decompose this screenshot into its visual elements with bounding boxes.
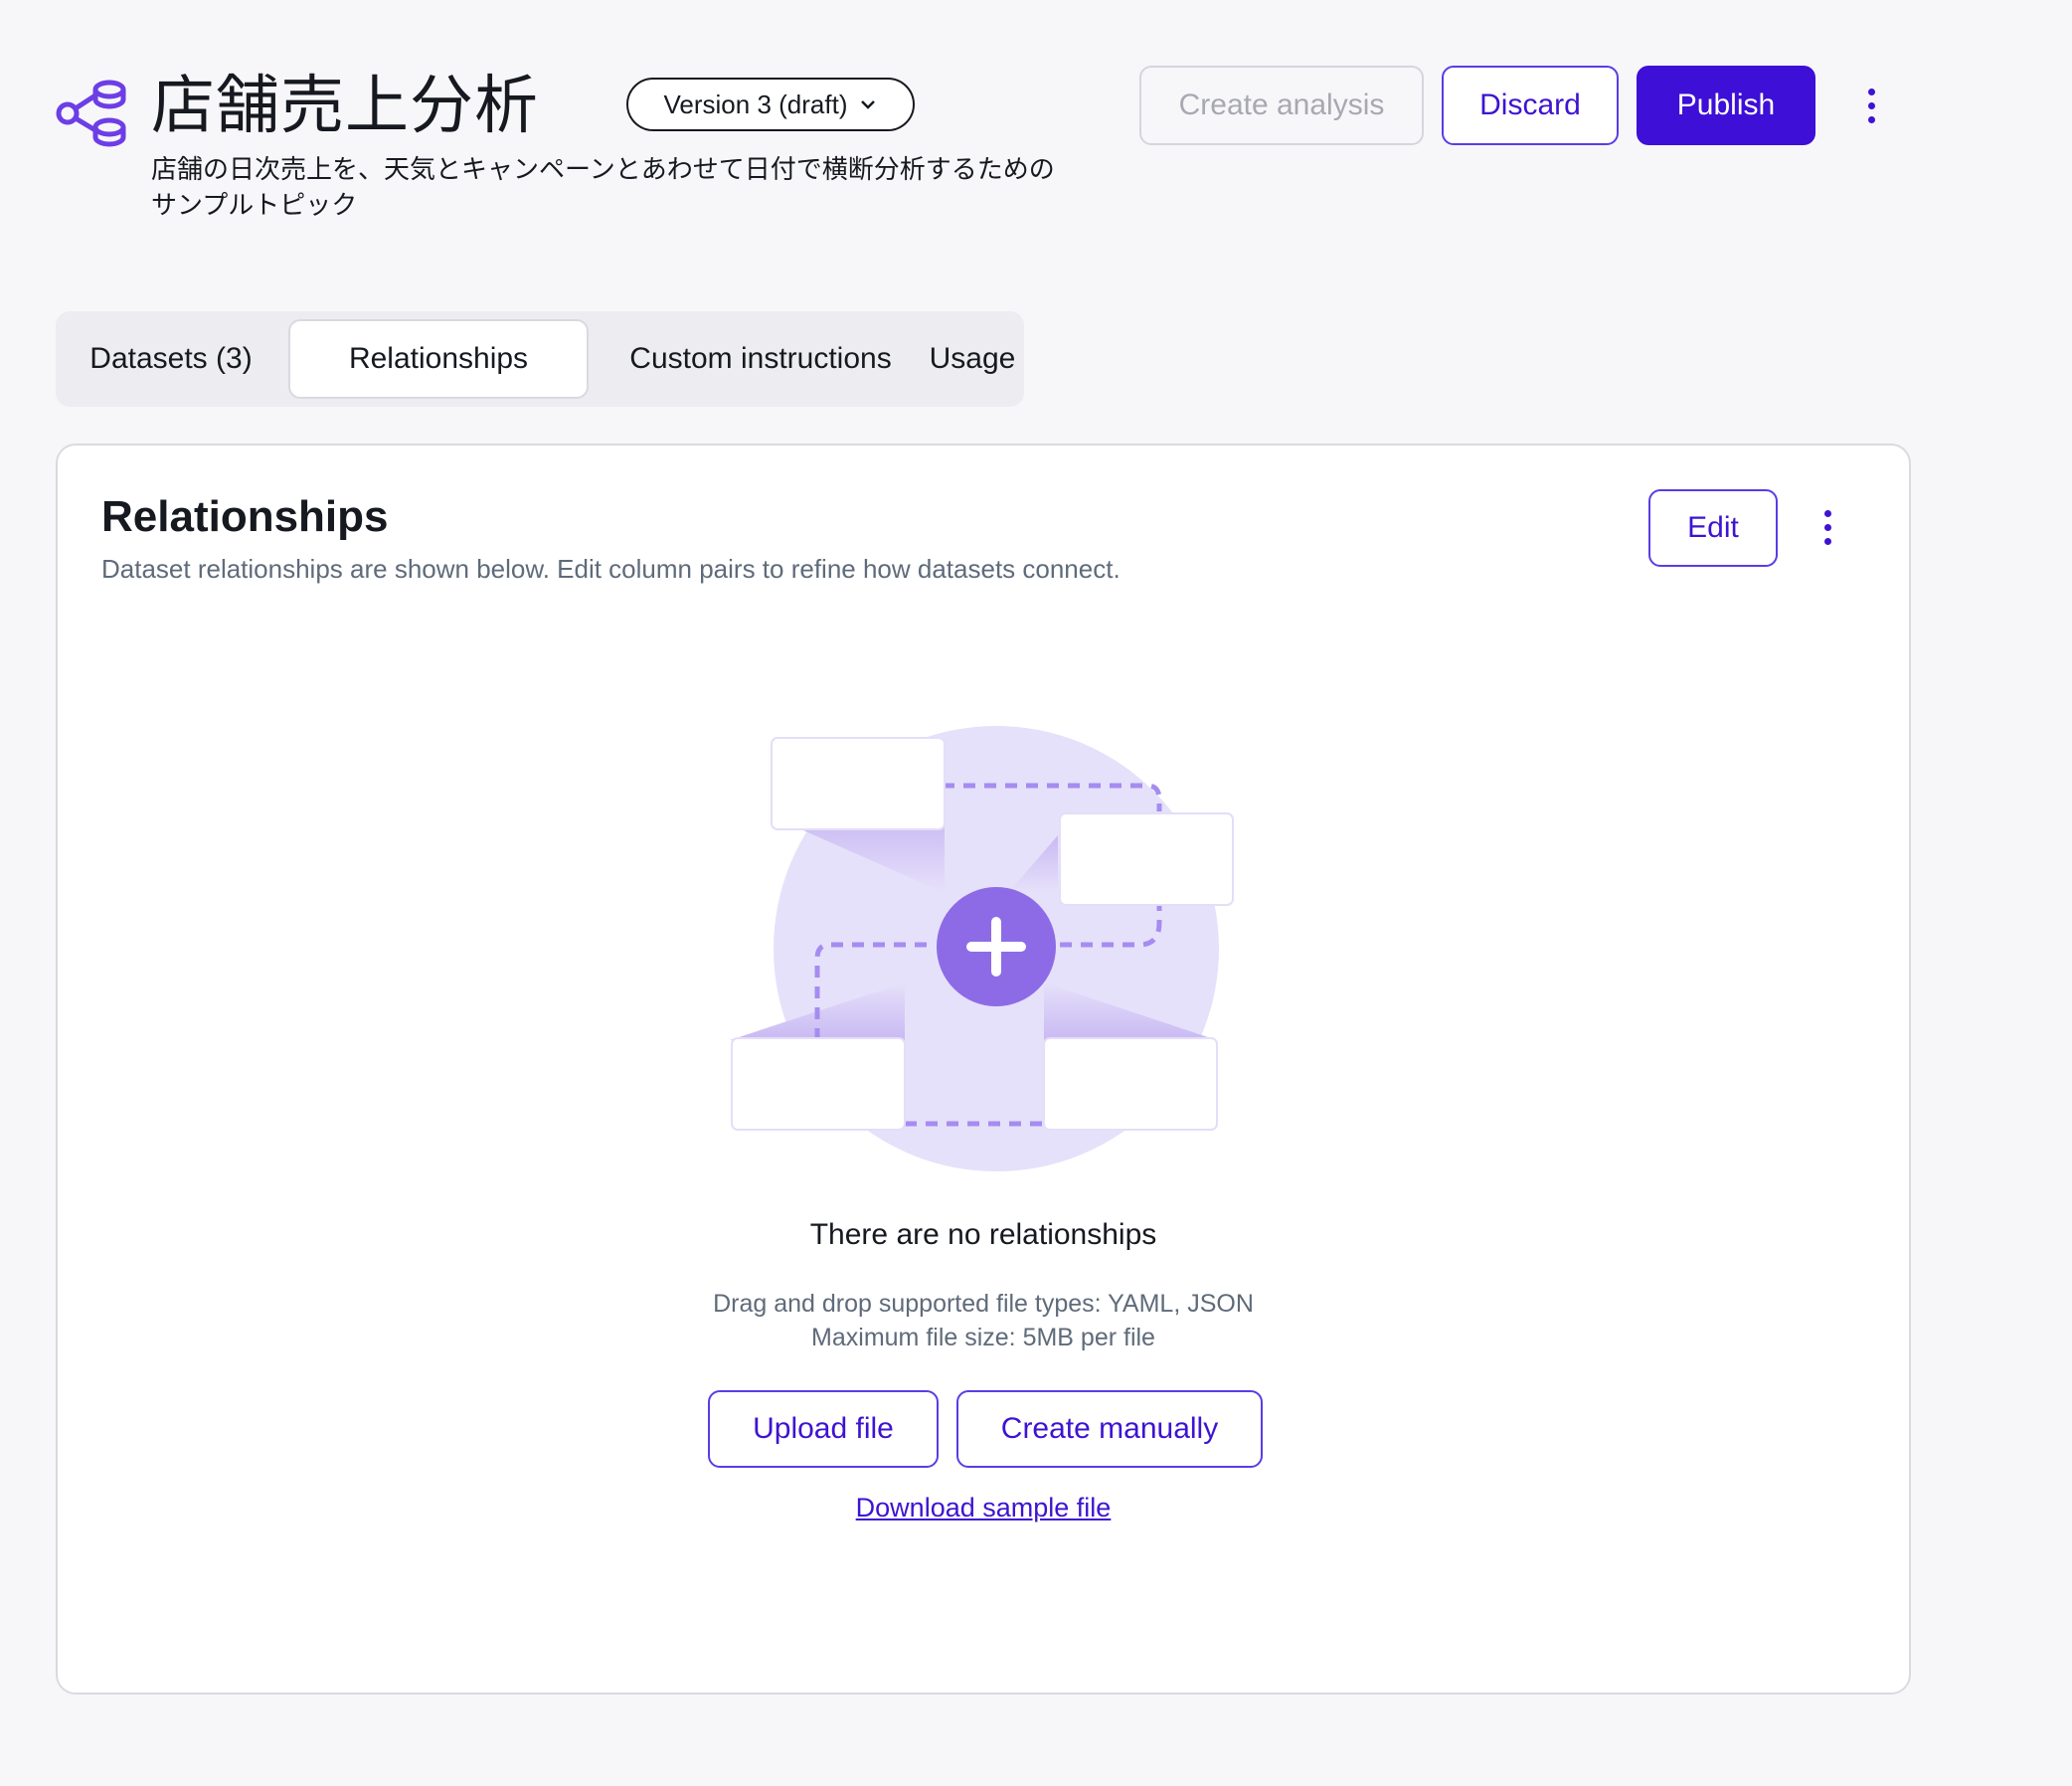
create-manually-button[interactable]: Create manually bbox=[956, 1390, 1263, 1468]
kebab-menu-icon[interactable] bbox=[1851, 76, 1891, 135]
add-relationship-illustration bbox=[730, 726, 1234, 1171]
panel-title: Relationships bbox=[101, 492, 389, 541]
empty-state-file-size: Maximum file size: 5MB per file bbox=[811, 1324, 1155, 1351]
discard-button[interactable]: Discard bbox=[1442, 66, 1619, 145]
download-sample-link-text[interactable]: Download sample file bbox=[856, 1493, 1112, 1522]
publish-button[interactable]: Publish bbox=[1637, 66, 1815, 145]
empty-state-title: There are no relationships bbox=[809, 1218, 1157, 1251]
panel-subtitle: Dataset relationships are shown below. E… bbox=[101, 554, 1121, 584]
tab-relationships[interactable]: Relationships bbox=[288, 319, 589, 399]
edit-button[interactable]: Edit bbox=[1648, 489, 1778, 567]
download-sample-file-link: Download sample file bbox=[58, 1490, 1909, 1525]
chevron-down-icon bbox=[861, 100, 876, 109]
tab-bar: Datasets (3) Relationships Custom instru… bbox=[56, 311, 1024, 407]
tab-datasets[interactable]: Datasets (3) bbox=[70, 319, 272, 399]
upload-file-button[interactable]: Upload file bbox=[708, 1390, 939, 1468]
topic-description: 店舗の日次売上を、天気とキャンペーンとあわせて日付で横断分析するためのサンプルト… bbox=[151, 154, 1055, 220]
tab-custom-instructions[interactable]: Custom instructions bbox=[599, 319, 923, 399]
topic-network-icon bbox=[56, 76, 127, 147]
relationships-panel: Relationships Dataset relationships are … bbox=[56, 444, 1911, 1695]
tab-usage[interactable]: Usage bbox=[930, 319, 1016, 399]
empty-state-file-types: Drag and drop supported file types: YAML… bbox=[713, 1290, 1254, 1318]
create-analysis-button[interactable]: Create analysis bbox=[1139, 66, 1424, 145]
version-dropdown[interactable]: Version 3 (draft) bbox=[626, 78, 915, 131]
version-label: Version 3 (draft) bbox=[663, 89, 848, 119]
page-title: 店舗売上分析 bbox=[151, 70, 539, 141]
kebab-menu-icon[interactable] bbox=[1808, 497, 1847, 557]
app-root: 店舗売上分析 Version 3 (draft) 店舗の日次売上を、天気とキャン… bbox=[0, 0, 2072, 1786]
